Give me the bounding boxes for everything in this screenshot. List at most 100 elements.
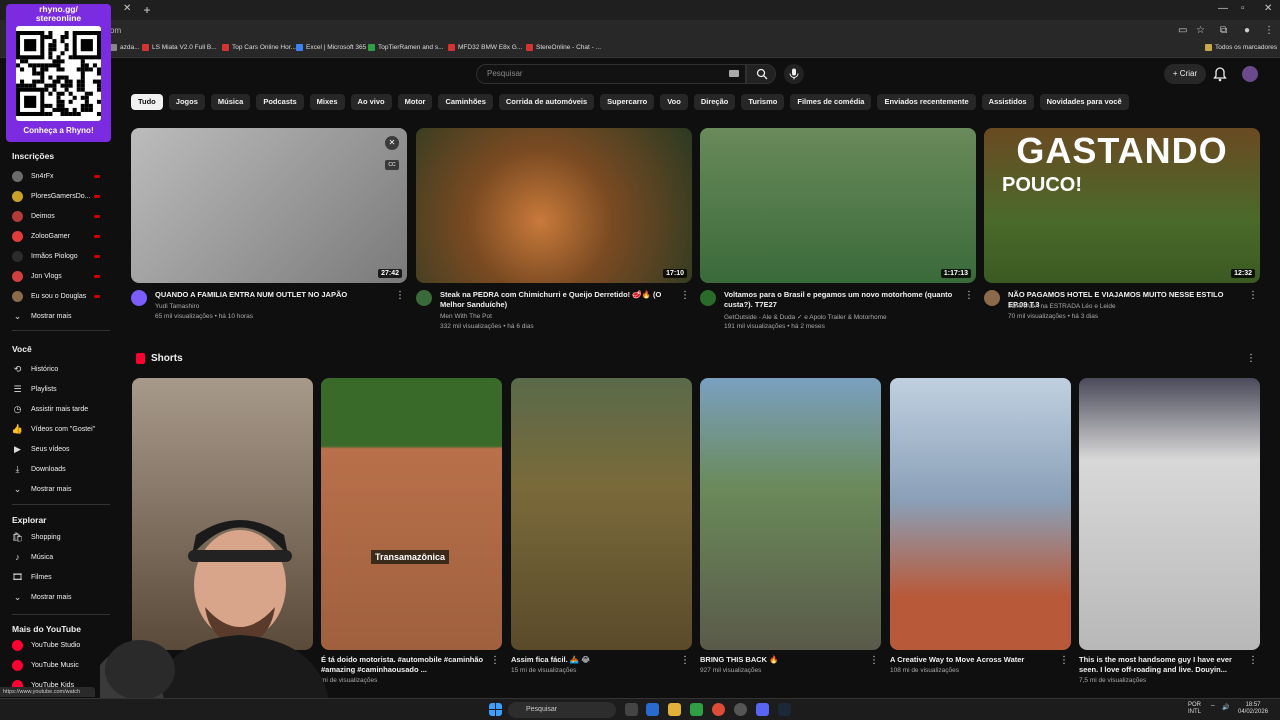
short-card[interactable]: This is the most handsome guy I have eve…	[1079, 378, 1260, 684]
subscription-item[interactable]: Jon Vlogs	[12, 269, 112, 283]
video-channel[interactable]: GetOutside - Ale & Duda ✓ e Apolo Traile…	[724, 313, 964, 321]
shorts-menu-icon[interactable]: ⋮	[1246, 353, 1256, 364]
video-thumbnail[interactable]: 1:17:13	[700, 128, 976, 283]
bookmark-item[interactable]: MFD32 BMW E8x G...	[448, 44, 522, 51]
windows-start-icon[interactable]	[489, 703, 502, 716]
video-thumbnail[interactable]: ✕ CC 27:42	[131, 128, 407, 283]
url-text[interactable]: om	[110, 26, 121, 35]
taskbar-search[interactable]: Pesquisar	[508, 702, 616, 718]
subscriptions-show-more[interactable]: ⌄ Mostrar mais	[12, 309, 112, 323]
filter-chip[interactable]: Música	[210, 94, 251, 110]
create-button[interactable]: + Criar	[1164, 64, 1206, 84]
short-title[interactable]: A Creative Way to Move Across Water	[890, 655, 1055, 665]
filter-chip[interactable]: Turismo	[741, 94, 785, 110]
video-title[interactable]: Voltamos para o Brasil e pegamos um novo…	[724, 290, 960, 310]
filter-chip[interactable]: Enviados recentemente	[877, 94, 976, 110]
video-channel[interactable]: Men With The Pot	[440, 313, 680, 320]
video-card[interactable]: GASTANDO POUCO! 12:32 NÃO PAGAMOS HOTEL E V…	[984, 128, 1260, 320]
video-thumbnail[interactable]: 17:10	[416, 128, 692, 283]
you-item[interactable]: ◷ Assistir mais tarde	[12, 402, 112, 416]
close-window-icon[interactable]: ✕	[1264, 3, 1272, 14]
filter-chip[interactable]: Voo	[660, 94, 688, 110]
search-button[interactable]	[746, 64, 776, 84]
channel-avatar[interactable]	[416, 290, 432, 306]
menu-icon[interactable]: ⋮	[1264, 25, 1274, 36]
notifications-bell-icon[interactable]	[1212, 66, 1228, 82]
minimize-icon[interactable]: —	[1218, 3, 1228, 14]
chrome-icon[interactable]	[712, 703, 725, 716]
you-item[interactable]: 👍 Vídeos com "Gostei"	[12, 422, 112, 436]
short-card[interactable]: BRING THIS BACK 🔥 927 mil visualizações ⋮	[700, 378, 881, 674]
more-youtube-item[interactable]: YouTube Music	[12, 658, 112, 672]
video-menu-icon[interactable]: ⋮	[395, 290, 405, 301]
short-card[interactable]: A Creative Way to Move Across Water 108 m…	[890, 378, 1071, 674]
file-explorer-icon[interactable]	[668, 703, 681, 716]
filter-chip[interactable]: Corrida de automóveis	[498, 94, 595, 110]
video-title[interactable]: Steak na PEDRA com Chimichurri e Queijo …	[440, 290, 676, 310]
subscriptions-heading[interactable]: Inscrições	[12, 151, 54, 161]
short-title[interactable]: Assim fica fácil. 🚣 😂	[511, 655, 676, 665]
task-view-icon[interactable]	[625, 703, 638, 716]
maximize-icon[interactable]: ▫	[1241, 3, 1245, 14]
short-thumbnail[interactable]	[890, 378, 1071, 650]
explore-item[interactable]: ♪ Música	[12, 550, 112, 564]
all-bookmarks-button[interactable]: Todos os marcadores	[1205, 44, 1277, 51]
video-title[interactable]: QUANDO A FAMILIA ENTRA NUM OUTLET NO JAP…	[155, 290, 391, 300]
volume-icon[interactable]: 🔊	[1222, 705, 1229, 712]
short-menu-icon[interactable]: ⋮	[869, 655, 879, 666]
bookmark-item[interactable]: azda...	[110, 44, 140, 51]
short-menu-icon[interactable]: ⋮	[490, 655, 500, 666]
channel-avatar[interactable]	[131, 290, 147, 306]
bookmark-item[interactable]: Top Cars Online Hor...	[222, 44, 296, 51]
short-thumbnail[interactable]	[1079, 378, 1260, 650]
bookmark-item[interactable]: TopTierRamen and s...	[368, 44, 444, 51]
short-menu-icon[interactable]: ⋮	[1248, 655, 1258, 666]
you-item[interactable]: ▶ Seus vídeos	[12, 442, 112, 456]
bookmark-item[interactable]: StereOnline - Chat - ...	[526, 44, 601, 51]
voice-search-button[interactable]	[784, 64, 804, 84]
short-thumbnail[interactable]	[511, 378, 692, 650]
you-item[interactable]: ⟲ Histórico	[12, 362, 112, 376]
more-youtube-item[interactable]: YouTube Studio	[12, 638, 112, 652]
video-menu-icon[interactable]: ⋮	[964, 290, 974, 301]
filter-chip[interactable]: Motor	[397, 94, 433, 110]
explore-heading[interactable]: Explorar	[12, 515, 47, 525]
copilot-icon[interactable]	[646, 703, 659, 716]
short-menu-icon[interactable]: ⋮	[680, 655, 690, 666]
channel-avatar[interactable]	[700, 290, 716, 306]
new-tab-button[interactable]: +	[140, 3, 154, 17]
video-channel[interactable]: JORNADA na ESTRADA Léo e Leide	[1008, 303, 1248, 310]
filter-chip[interactable]: Filmes de comédia	[790, 94, 872, 110]
close-tab-icon[interactable]: ✕	[123, 3, 131, 14]
filter-chip[interactable]: Novidades para você	[1039, 94, 1129, 110]
search-input[interactable]: Pesquisar	[476, 64, 746, 84]
explore-item[interactable]: 🎞 Filmes	[12, 570, 112, 584]
you-item[interactable]: ⤓ Downloads	[12, 462, 112, 476]
channel-avatar[interactable]	[984, 290, 1000, 306]
wifi-icon[interactable]: ⌔	[1210, 705, 1216, 712]
bookmark-star-icon[interactable]: ☆	[1196, 25, 1205, 36]
video-card[interactable]: ✕ CC 27:42 QUANDO A FAMILIA ENTRA NUM OUTLE…	[131, 128, 407, 320]
extensions-icon[interactable]: ⧉	[1220, 25, 1227, 36]
more-youtube-heading[interactable]: Mais do YouTube	[12, 624, 81, 634]
short-thumbnail[interactable]	[321, 378, 502, 650]
you-item[interactable]: ☰ Playlists	[12, 382, 112, 396]
short-menu-icon[interactable]: ⋮	[1059, 655, 1069, 666]
short-thumbnail[interactable]	[700, 378, 881, 650]
you-item[interactable]: ⌄ Mostrar mais	[12, 482, 112, 496]
filter-chip[interactable]: Assistidos	[981, 94, 1034, 110]
store-icon[interactable]	[690, 703, 703, 716]
you-heading[interactable]: Você	[12, 344, 32, 354]
filter-chip[interactable]: Tudo	[131, 94, 163, 110]
filter-chip[interactable]: Jogos	[168, 94, 205, 110]
discord-icon[interactable]	[756, 703, 769, 716]
video-menu-icon[interactable]: ⋮	[1248, 290, 1258, 301]
subscription-item[interactable]: Eu sou o Douglas	[12, 289, 112, 303]
subscription-item[interactable]: PloresGamersDo...	[12, 189, 112, 203]
address-bar[interactable]: om ▭ ☆ ⧉ ● ⋮	[0, 20, 1280, 42]
video-card[interactable]: 17:10 Steak na PEDRA com Chimichurri e Qu…	[416, 128, 692, 330]
video-thumbnail[interactable]: GASTANDO POUCO! 12:32	[984, 128, 1260, 283]
subscription-item[interactable]: Irmãos Piologo	[12, 249, 112, 263]
short-title[interactable]: É tá doido motorista. #automobile #camin…	[321, 655, 486, 675]
filter-chip[interactable]: Mixes	[309, 94, 345, 110]
